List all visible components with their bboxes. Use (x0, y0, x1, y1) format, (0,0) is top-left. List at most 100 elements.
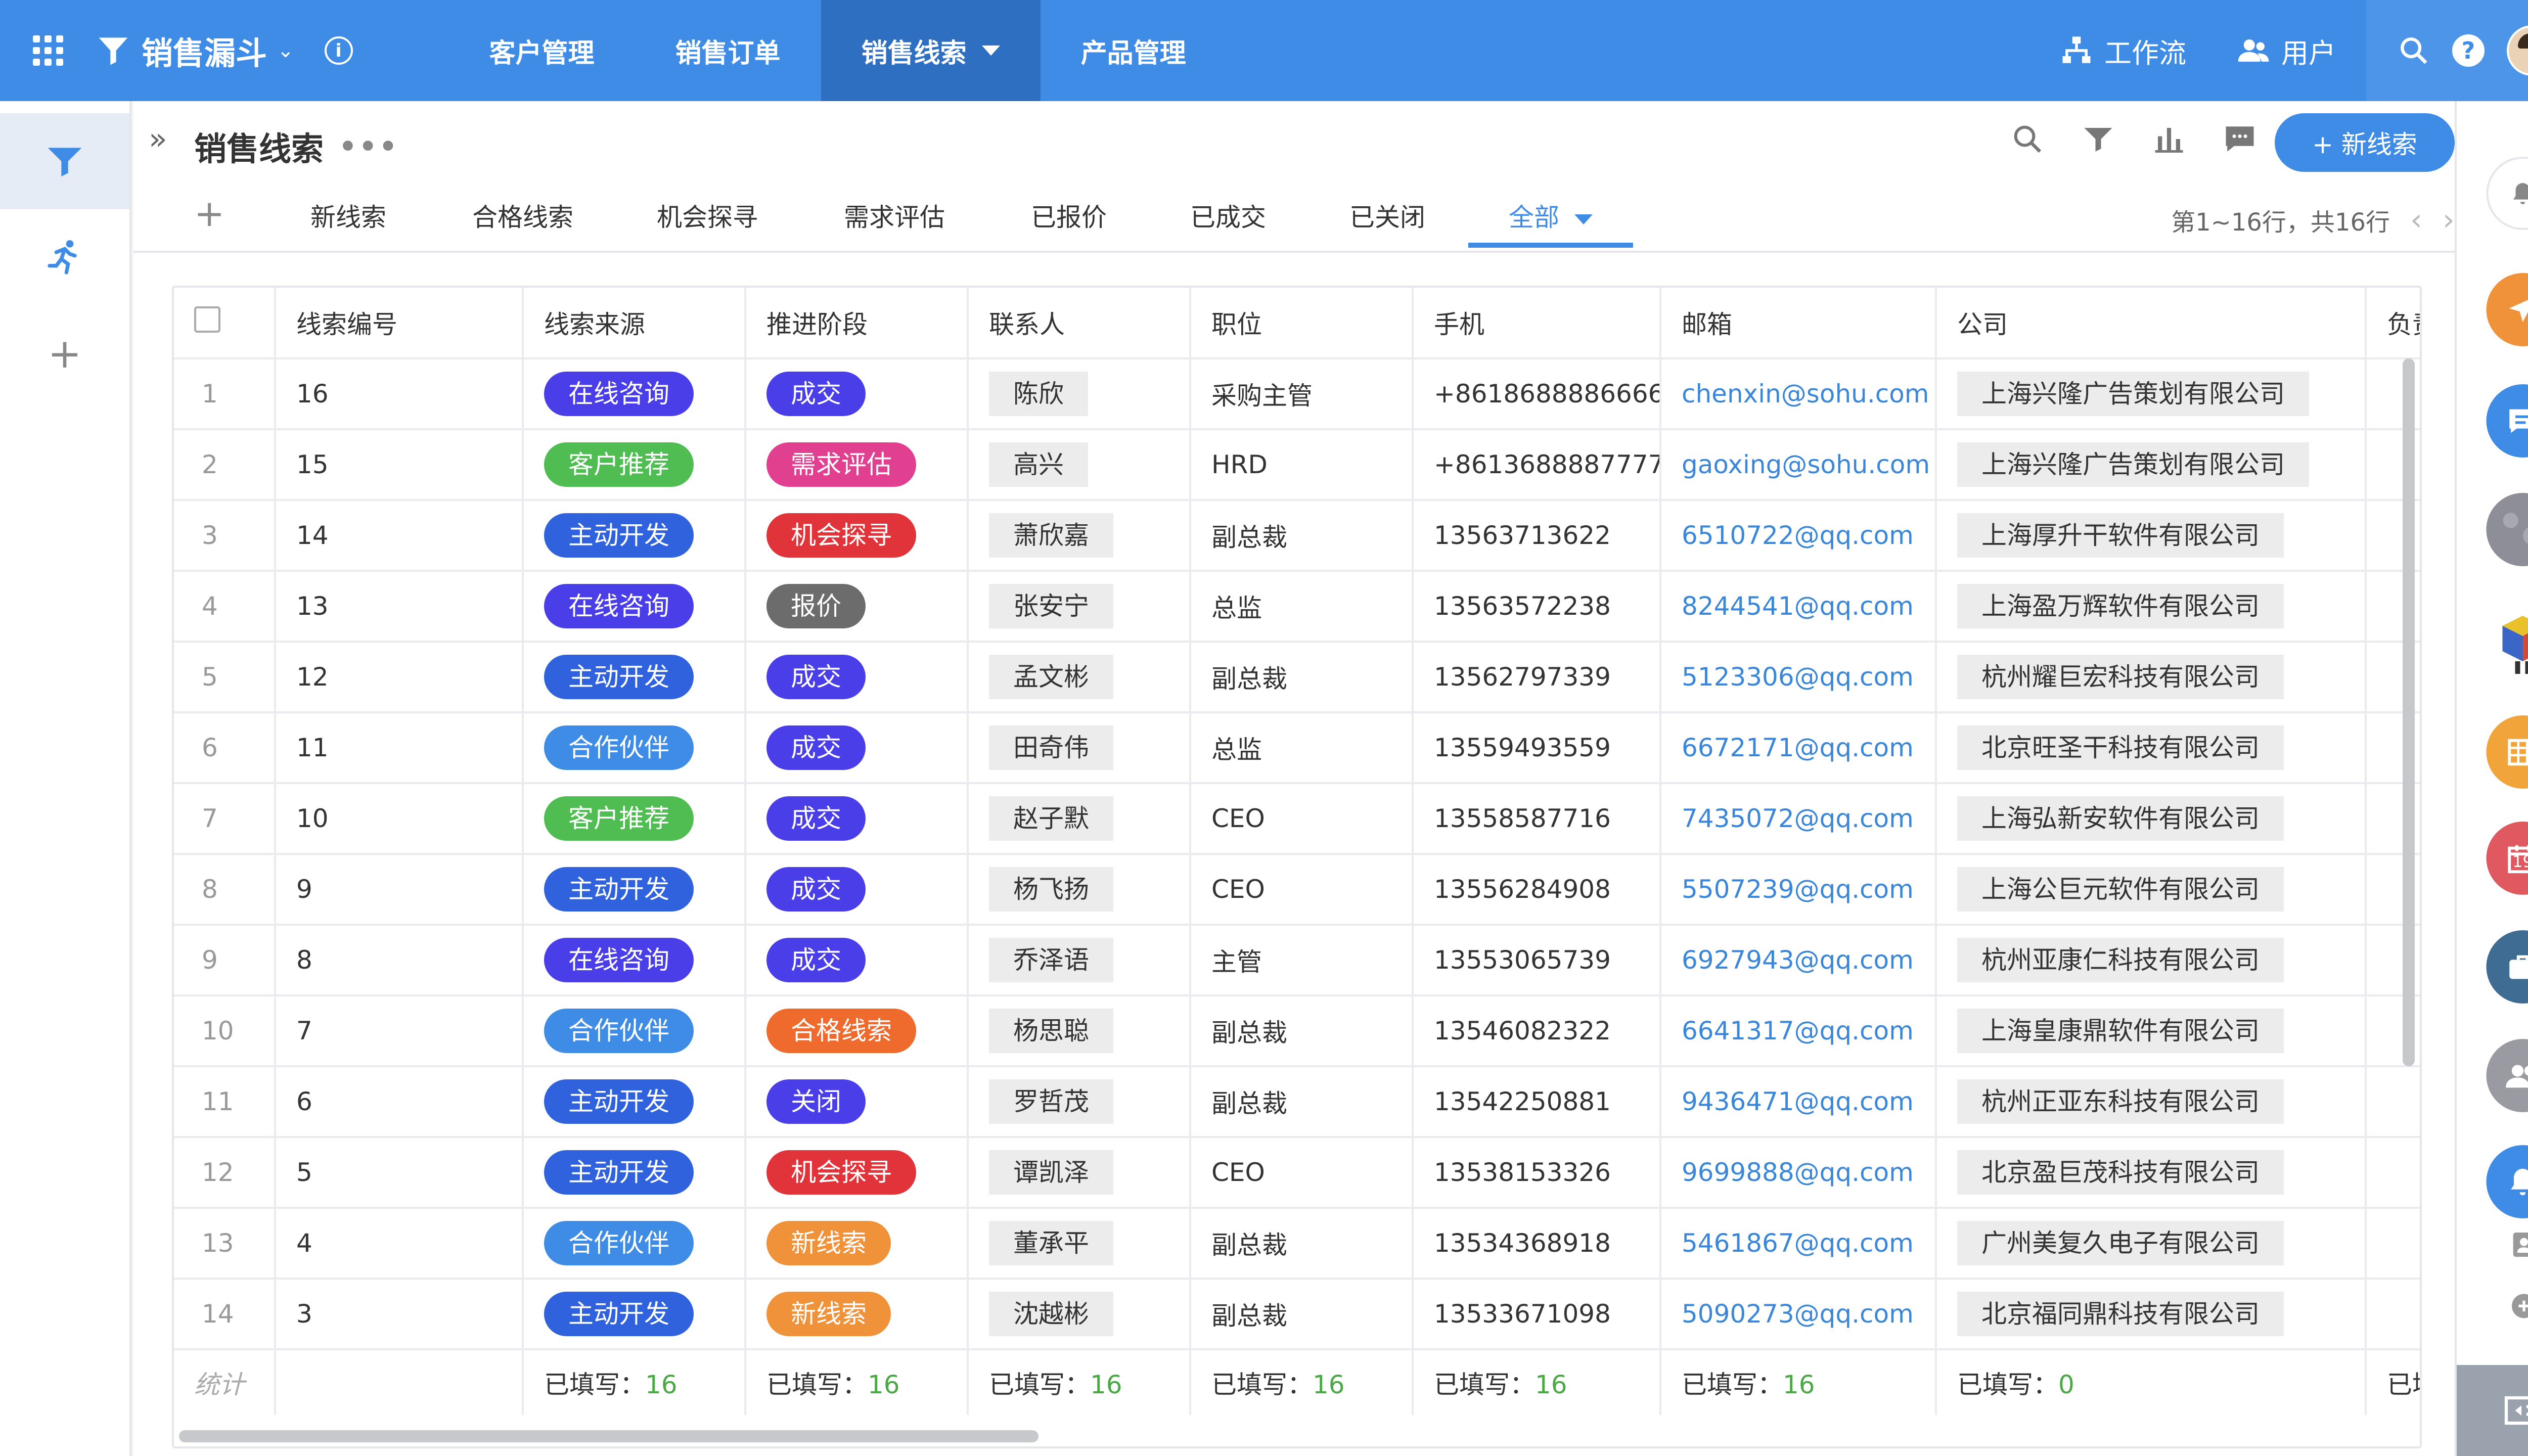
phone-cell[interactable]: 13546082322 (1413, 995, 1661, 1067)
stage-cell[interactable]: 需求评估 (745, 429, 969, 501)
tab-qualified[interactable]: 合格线索 (472, 197, 573, 248)
stage-cell[interactable]: 机会探寻 (745, 1137, 969, 1209)
stage-cell[interactable]: 合格线索 (745, 995, 969, 1067)
source-cell[interactable]: 主动开发 (523, 1279, 746, 1350)
title-cell[interactable]: CEO (1190, 854, 1414, 926)
contact-cell[interactable]: 田奇伟 (968, 712, 1191, 784)
tab-quoted[interactable]: 已报价 (1031, 197, 1107, 248)
source-cell[interactable]: 合作伙伴 (523, 1208, 746, 1280)
email-link[interactable]: 7435072@qq.com (1660, 783, 1937, 855)
tab-won[interactable]: 已成交 (1190, 197, 1266, 248)
source-cell[interactable]: 主动开发 (523, 642, 746, 713)
source-cell[interactable]: 主动开发 (523, 1066, 746, 1138)
lead-id-cell[interactable]: 16 (275, 358, 524, 430)
company-cell[interactable]: 广州美复久电子有限公司 (1936, 1208, 2367, 1280)
title-cell[interactable]: 副总裁 (1190, 642, 1414, 713)
comment-button[interactable] (2217, 116, 2263, 162)
column-header[interactable]: 推进阶段 (745, 288, 969, 359)
table-row[interactable]: 8 9 主动开发 成交 杨飞扬 CEO 13556284908 5507239@qq.com 上… (174, 854, 2420, 926)
company-cell[interactable]: 杭州耀巨宏科技有限公司 (1936, 642, 2367, 713)
help-icon[interactable]: ? (2452, 34, 2485, 67)
stats-cell[interactable]: 已填 (2366, 1349, 2420, 1415)
activity-button[interactable] (0, 209, 129, 305)
table-row[interactable]: 7 10 客户推荐 成交 赵子默 CEO 13558587716 7435072@qq.com… (174, 783, 2420, 855)
funnel-view-button[interactable] (0, 113, 129, 209)
table-row[interactable]: 4 13 在线咨询 报价 张安宁 总监 13563572238 8244541@qq.com 上… (174, 571, 2420, 643)
contact-cell[interactable]: 孟文彬 (968, 642, 1191, 713)
company-cell[interactable]: 北京福同鼎科技有限公司 (1936, 1279, 2367, 1350)
lead-id-cell[interactable]: 6 (275, 1066, 524, 1138)
chevron-left-icon[interactable]: ‹ (2410, 202, 2422, 238)
source-cell[interactable]: 在线咨询 (523, 571, 746, 643)
title-cell[interactable]: 副总裁 (1190, 995, 1414, 1067)
phone-cell[interactable]: 13563713622 (1413, 500, 1661, 572)
app-switcher[interactable]: 销售漏斗 ⌄ i (96, 0, 373, 101)
info-icon[interactable]: i (324, 36, 353, 65)
nav-item-customers[interactable]: 客户管理 (449, 0, 635, 101)
table-row[interactable]: 5 12 主动开发 成交 孟文彬 副总裁 13562797339 5123306@qq.com… (174, 642, 2420, 713)
table-row[interactable]: 1 16 在线咨询 成交 陈欣 采购主管 +8618688886666 chenxin@soh… (174, 358, 2420, 430)
email-link[interactable]: gaoxing@sohu.com (1660, 429, 1937, 501)
source-cell[interactable]: 合作伙伴 (523, 712, 746, 784)
tab-opportunity[interactable]: 机会探寻 (657, 197, 758, 248)
title-cell[interactable]: 总监 (1190, 712, 1414, 784)
company-cell[interactable]: 上海公巨元软件有限公司 (1936, 854, 2367, 926)
email-link[interactable]: 5461867@qq.com (1660, 1208, 1937, 1280)
horizontal-scrollbar[interactable] (179, 1430, 1039, 1442)
nav-item-leads[interactable]: 销售线索 (821, 0, 1041, 101)
nav-item-products[interactable]: 产品管理 (1041, 0, 1227, 101)
company-cell[interactable]: 杭州正亚东科技有限公司 (1936, 1066, 2367, 1138)
company-cell[interactable]: 上海皇康鼎软件有限公司 (1936, 995, 2367, 1067)
source-cell[interactable]: 主动开发 (523, 854, 746, 926)
stage-cell[interactable]: 关闭 (745, 1066, 969, 1138)
email-link[interactable]: 5123306@qq.com (1660, 642, 1937, 713)
lead-id-cell[interactable]: 4 (275, 1208, 524, 1280)
chart-button[interactable] (2146, 116, 2192, 162)
email-link[interactable]: 6641317@qq.com (1660, 995, 1937, 1067)
tab-new[interactable]: 新线索 (310, 197, 386, 248)
phone-cell[interactable]: 13556284908 (1413, 854, 1661, 926)
contact-card-icon[interactable] (2457, 1228, 2528, 1261)
email-link[interactable]: 9699888@qq.com (1660, 1137, 1937, 1209)
email-link[interactable]: chenxin@sohu.com (1660, 358, 1937, 430)
title-cell[interactable]: CEO (1190, 783, 1414, 855)
source-cell[interactable]: 在线咨询 (523, 925, 746, 996)
moon-avatar-icon[interactable] (2486, 493, 2528, 566)
lead-id-cell[interactable]: 14 (275, 500, 524, 572)
select-all-checkbox[interactable] (174, 288, 276, 359)
bell-filled-icon[interactable] (2486, 1145, 2528, 1218)
lead-id-cell[interactable]: 7 (275, 995, 524, 1067)
app-launcher-button[interactable] (0, 0, 96, 101)
contact-cell[interactable]: 赵子默 (968, 783, 1191, 855)
owner-cell[interactable] (2366, 1066, 2420, 1138)
table-row[interactable]: 6 11 合作伙伴 成交 田奇伟 总监 13559493559 6672171@qq.com 北… (174, 712, 2420, 784)
stage-cell[interactable]: 新线索 (745, 1279, 969, 1350)
phone-cell[interactable]: 13559493559 (1413, 712, 1661, 784)
contact-cell[interactable]: 张安宁 (968, 571, 1191, 643)
source-cell[interactable]: 主动开发 (523, 500, 746, 572)
tab-closed[interactable]: 已关闭 (1349, 197, 1425, 248)
email-link[interactable]: 9436471@qq.com (1660, 1066, 1937, 1138)
stats-cell[interactable]: 已填写：16 (1660, 1349, 1937, 1415)
lead-id-cell[interactable]: 8 (275, 925, 524, 996)
contact-cell[interactable]: 乔泽语 (968, 925, 1191, 996)
source-cell[interactable]: 客户推荐 (523, 783, 746, 855)
column-header[interactable]: 联系人 (968, 288, 1191, 359)
search-icon[interactable] (2398, 34, 2430, 67)
chat-icon[interactable] (2486, 384, 2528, 458)
more-icon[interactable]: ••• (339, 130, 399, 163)
column-header[interactable]: 邮箱 (1660, 288, 1937, 359)
lead-id-cell[interactable]: 15 (275, 429, 524, 501)
table-row[interactable]: 10 7 合作伙伴 合格线索 杨思聪 副总裁 13546082322 6641317@qq.c… (174, 995, 2420, 1067)
table-row[interactable]: 2 15 客户推荐 需求评估 高兴 HRD +8613688887777 gaoxing@so… (174, 429, 2420, 501)
tab-evaluation[interactable]: 需求评估 (844, 197, 945, 248)
vertical-scrollbar[interactable] (2403, 358, 2415, 1066)
tab-all[interactable]: 全部 (1468, 197, 1633, 248)
lead-id-cell[interactable]: 10 (275, 783, 524, 855)
lead-id-cell[interactable]: 9 (275, 854, 524, 926)
calendar-icon[interactable]: 19 (2486, 822, 2528, 895)
table-row[interactable]: 11 6 主动开发 关闭 罗哲茂 副总裁 13542250881 9436471@qq.com… (174, 1066, 2420, 1138)
email-link[interactable]: 8244541@qq.com (1660, 571, 1937, 643)
phone-cell[interactable]: +8618688886666 (1413, 358, 1661, 430)
stats-cell[interactable]: 已填写：16 (745, 1349, 969, 1415)
